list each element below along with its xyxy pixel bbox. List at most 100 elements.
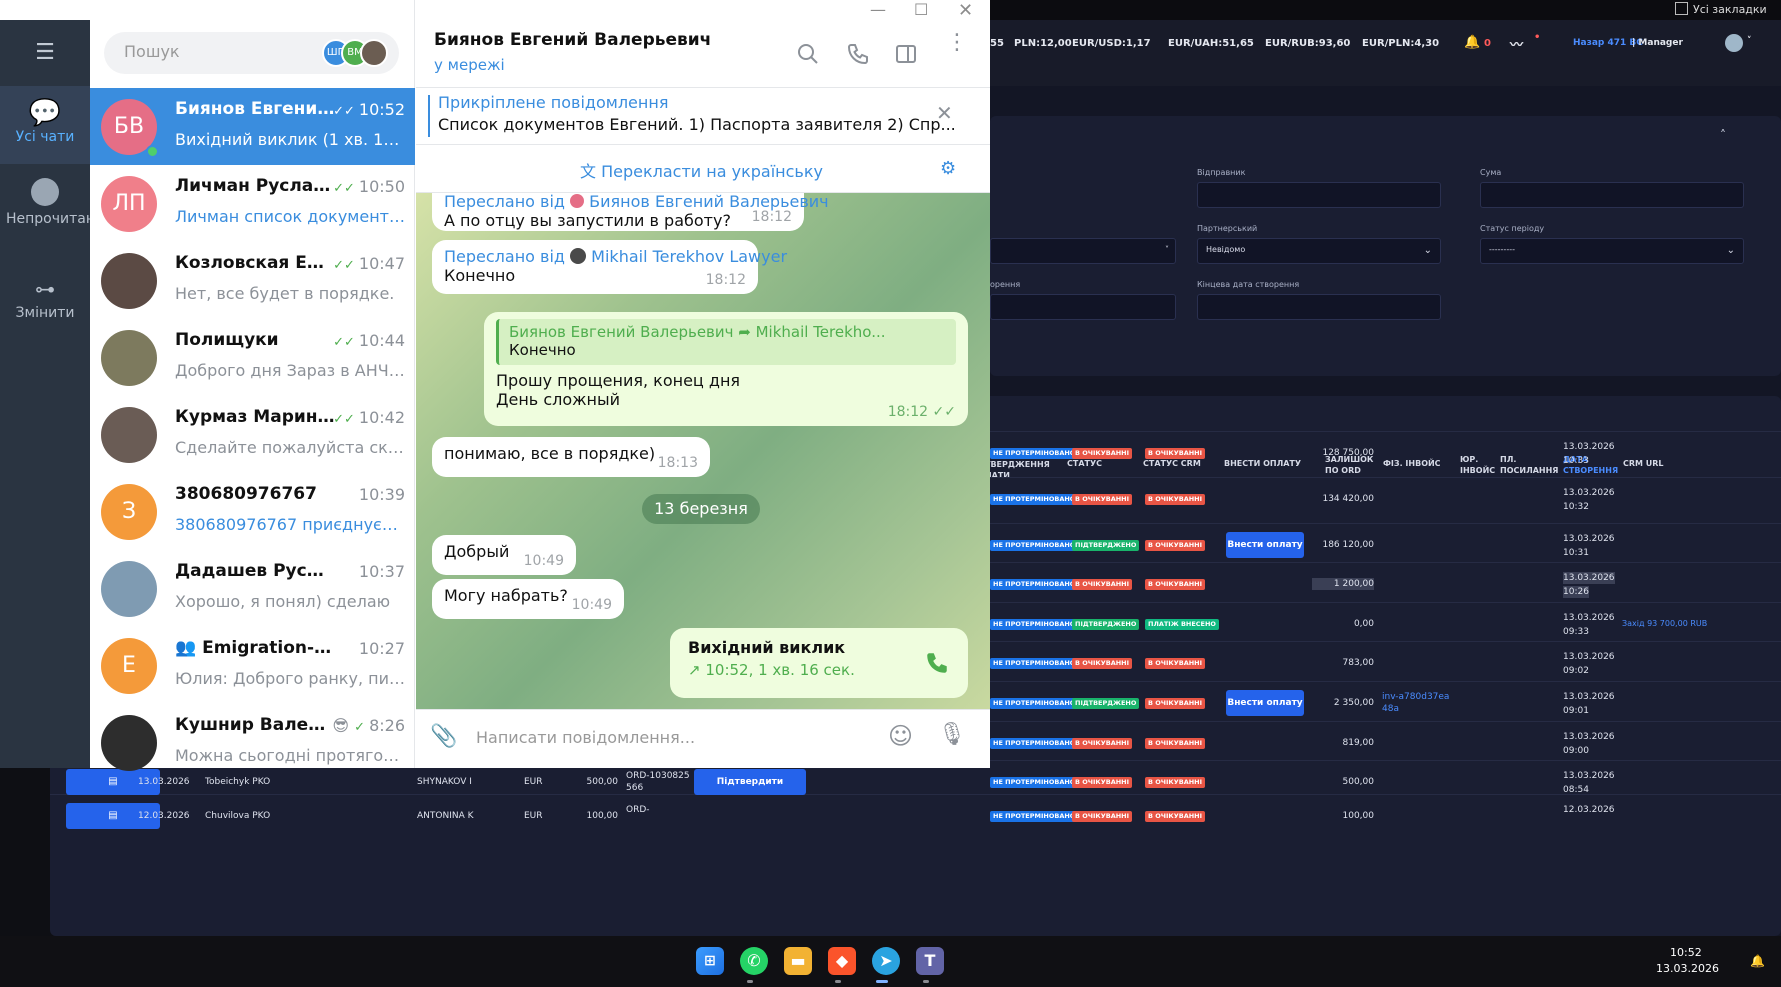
emoji-icon[interactable]: ☺ xyxy=(888,722,913,750)
folder-all-chats[interactable]: 💬 Усі чати xyxy=(0,86,90,164)
clock-time: 10:52 xyxy=(1670,946,1702,959)
chat-time: ✓✓ 10:44 xyxy=(333,331,405,350)
created-date: 13.03.2026 xyxy=(1563,488,1615,498)
partial-select[interactable]: ˅ xyxy=(990,238,1176,264)
creation-date-input[interactable] xyxy=(990,294,1176,320)
close-icon[interactable]: ✕ xyxy=(936,101,953,125)
chat-preview: Вихідний виклик (1 хв. 16 се... xyxy=(175,130,407,149)
chat-title[interactable]: Биянов Евгений Валерьевич xyxy=(434,30,711,50)
search-placeholder: Пошук xyxy=(124,42,180,61)
read-check-icon: ✓ xyxy=(354,720,366,735)
chevron-up-icon[interactable]: ˄ xyxy=(1720,128,1726,142)
pay-button[interactable]: Внести оплату xyxy=(1226,532,1304,558)
chat-list-item[interactable]: Кушнир Валент... 😎 ✓ 8:26 Можна сьогодні пр… xyxy=(90,704,415,781)
deadline-badge: НЕ ПРОТЕРМІНОВАНО xyxy=(990,579,1079,590)
avatar: E xyxy=(101,638,157,694)
search-input[interactable]: Пошук ШП ВМ xyxy=(104,32,399,74)
message-incoming: Добрый 10:49 xyxy=(432,535,576,575)
status-badge: ПІДТВЕРДЖЕНО xyxy=(1072,619,1140,630)
message-input[interactable]: Написати повідомлення... xyxy=(476,728,695,747)
chat-time: ✓✓ 10:50 xyxy=(333,177,405,196)
end-date-label: Кінцева дата створення xyxy=(1197,280,1300,289)
chevron-down-icon[interactable]: ˅ xyxy=(1747,36,1752,46)
telegram-icon[interactable]: ➤ xyxy=(872,947,900,975)
chat-list-item[interactable]: Дадашев Руслан Гю... 10:37 Хорошо, я понял… xyxy=(90,550,415,627)
crm-url-link[interactable]: Захід 93 700,00 RUB xyxy=(1622,618,1707,630)
search-icon[interactable] xyxy=(796,42,820,66)
end-date-input[interactable] xyxy=(1197,294,1441,320)
rate-pln: PLN:12,00 xyxy=(1014,38,1072,49)
currency-cell: EUR xyxy=(524,777,543,787)
sender-input[interactable] xyxy=(1197,182,1441,208)
sidebar-toggle-icon[interactable] xyxy=(894,42,918,66)
chat-list-item[interactable]: БВБиянов Евгений ...✓✓10:52Вихідний викл… xyxy=(90,88,415,165)
chat-list-item[interactable]: Полищуки ✓✓ 10:44 Доброго дня Зараз в АНЧ п… xyxy=(90,319,415,396)
crm-header: 55 PLN:12,00 EUR/USD:1,17 EUR/UAH:51,65 … xyxy=(990,20,1781,86)
crm-status-badge: В ОЧІКУВАННІ xyxy=(1145,738,1206,749)
status-badge: В ОЧІКУВАННІ xyxy=(1072,811,1133,822)
whatsapp-icon[interactable]: ✆ xyxy=(740,947,768,975)
crm-status-badge: В ОЧІКУВАННІ xyxy=(1145,658,1206,669)
activity-icon[interactable]: 〰 xyxy=(1510,34,1523,53)
teams-icon[interactable]: T xyxy=(916,947,944,975)
created-time: 10:32 xyxy=(1563,502,1589,512)
chat-list-item[interactable]: E 👥 Emigration-lawyer 10:27 Юлия: Доброго р… xyxy=(90,627,415,704)
avatar: З xyxy=(101,484,157,540)
attach-icon[interactable]: 📎 xyxy=(430,724,457,749)
chat-list-item[interactable]: Козловская Екате...✓✓10:47 Нет, все будет… xyxy=(90,242,415,319)
chat-list-item[interactable]: Курмаз Марина А...✓✓10:42 Сделайте пожалу… xyxy=(90,396,415,473)
sum-input[interactable] xyxy=(1480,182,1744,208)
file-explorer-icon[interactable]: ▬ xyxy=(784,947,812,975)
translate-icon: 文 xyxy=(580,162,597,181)
translate-settings-icon[interactable]: ⚙ xyxy=(940,158,956,179)
chat-bubbles-icon: 💬 xyxy=(28,98,62,128)
period-status-select[interactable]: --------- ⌄ xyxy=(1480,238,1744,264)
minimize-icon[interactable]: — xyxy=(870,0,886,19)
windows-start-icon[interactable]: ⊞ xyxy=(696,947,724,975)
chat-preview: Нет, все будет в порядке. xyxy=(175,284,395,303)
chat-preview: Хорошо, я понял) сделаю xyxy=(175,592,391,611)
ord-cell: ORD- xyxy=(626,805,650,815)
chat-list-item[interactable]: З 380680976767 10:39 380680976767 приєднуєт… xyxy=(90,473,415,550)
bell-icon[interactable]: 🔔 xyxy=(1464,35,1480,50)
status-badge: ПІДТВЕРДЖЕНО xyxy=(1072,698,1140,709)
chevron-down-icon: ⌄ xyxy=(1726,245,1735,256)
translate-bar[interactable]: 文 Перекласти на українську ⚙ xyxy=(416,146,990,193)
chat-list-item[interactable]: ЛП Личман Руслан П...✓✓10:50 Личман список… xyxy=(90,165,415,242)
user-avatar[interactable] xyxy=(1725,34,1743,52)
deadline-badge: НЕ ПРОТЕРМІНОВАНО xyxy=(990,738,1079,749)
bell-icon[interactable]: 🔔 xyxy=(1750,954,1765,968)
call-message[interactable]: Вихідний виклик ↗ 10:52, 1 хв. 16 сек. xyxy=(670,628,968,698)
chat-name: 👥 Emigration-lawyer xyxy=(175,638,335,658)
close-icon[interactable]: ✕ xyxy=(958,0,973,21)
rate-partial: 55 xyxy=(990,38,1004,49)
pinned-message[interactable]: Прикріплене повідомлення Список документ… xyxy=(416,89,990,145)
avatar xyxy=(101,715,157,771)
chat-time: ✓✓ 10:42 xyxy=(333,408,405,427)
chat-time: ✓✓ 10:47 xyxy=(333,254,405,273)
invoice-link[interactable]: inv-a780d37ea48a xyxy=(1382,691,1452,715)
status-badge: В ОЧІКУВАННІ xyxy=(1072,738,1133,749)
avatar xyxy=(570,194,585,208)
brave-browser-icon[interactable]: ◆ xyxy=(828,947,856,975)
microphone-icon[interactable]: 🎙 xyxy=(938,722,966,747)
menu-icon[interactable]: ☰ xyxy=(0,40,90,65)
all-bookmarks[interactable]: Усі закладки xyxy=(1675,2,1767,16)
created-date: 13.03.2026 xyxy=(1563,771,1615,781)
pay-button[interactable]: Внести оплату xyxy=(1226,690,1304,716)
folder-unread[interactable]: Непрочитано xyxy=(0,178,104,228)
folder-edit[interactable]: ⊶ Змінити xyxy=(0,277,90,321)
read-check-icon: ✓✓ xyxy=(333,335,355,350)
phone-icon[interactable] xyxy=(924,650,950,676)
phone-icon[interactable] xyxy=(846,42,870,66)
group-icon: 👥 xyxy=(175,638,203,658)
confirm-button[interactable]: Підтвердити xyxy=(694,769,806,795)
read-check-icon: ✓✓ xyxy=(333,104,355,119)
deadline-badge: НЕ ПРОТЕРМІНОВАНО xyxy=(990,448,1079,459)
running-indicator xyxy=(923,980,929,983)
story-avatar[interactable] xyxy=(360,39,388,67)
maximize-icon[interactable]: ☐ xyxy=(914,0,928,19)
reply-quote[interactable]: Биянов Евгений Валерьевич ➦ Mikhail Tere… xyxy=(496,319,956,365)
more-vertical-icon[interactable]: ⋮ xyxy=(946,32,968,54)
partner-select[interactable]: Невідомо ⌄ xyxy=(1197,238,1441,264)
